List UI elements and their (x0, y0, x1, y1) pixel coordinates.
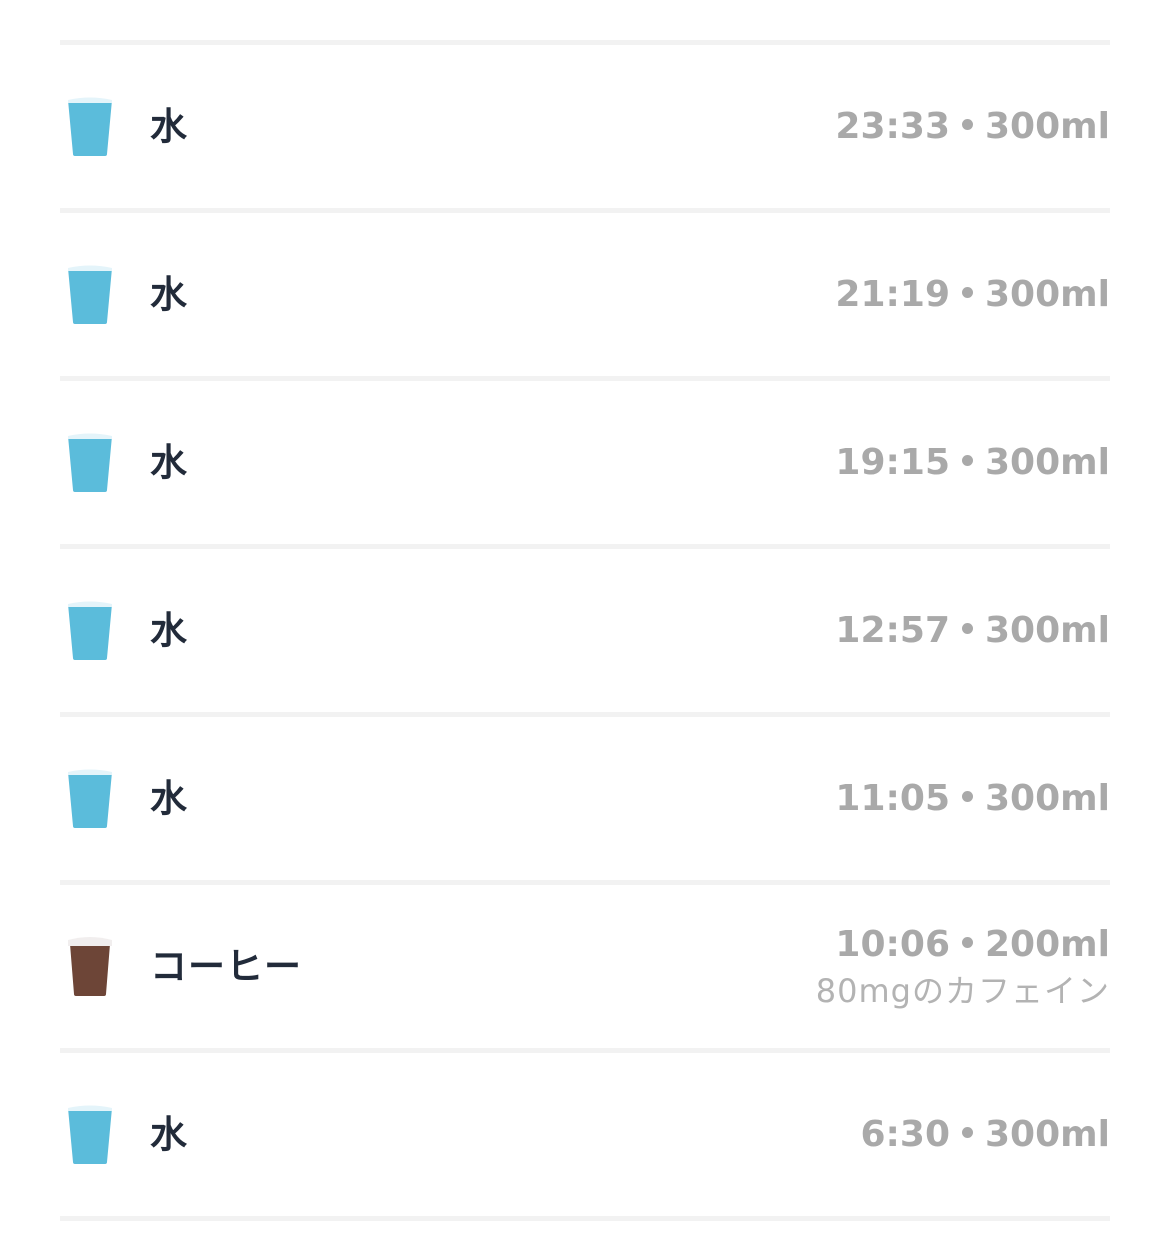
separator-dot (962, 455, 973, 466)
water-cup-icon (67, 96, 113, 158)
drink-name: 水 (150, 441, 188, 484)
water-cup-icon (67, 600, 113, 662)
drink-name: 水 (150, 105, 188, 148)
time-label: 10:06 (835, 923, 950, 965)
water-cup-icon (67, 264, 113, 326)
amount-label: 300ml (985, 1113, 1110, 1155)
separator-dot (962, 937, 973, 948)
water-cup-icon (67, 1104, 113, 1166)
time-label: 12:57 (835, 609, 950, 651)
time-label: 11:05 (835, 777, 950, 819)
amount-label: 300ml (985, 441, 1110, 483)
separator-dot (962, 287, 973, 298)
time-label: 6:30 (860, 1113, 950, 1155)
drink-name: 水 (150, 1113, 188, 1156)
time-label: 21:19 (835, 273, 950, 315)
water-cup-icon (67, 768, 113, 830)
drink-name: コーヒー (150, 945, 302, 988)
drink-meta: 23:33 300ml (835, 105, 1110, 147)
separator-dot (962, 623, 973, 634)
drink-log-list: 水 23:33 300ml 水 21:19 300ml 水 19:15 300ml 水… (60, 40, 1110, 1221)
drink-meta: 6:30 300ml (860, 1113, 1110, 1155)
list-item[interactable]: 水 19:15 300ml (60, 381, 1110, 544)
coffee-cup-icon (67, 936, 113, 998)
time-label: 23:33 (835, 105, 950, 147)
list-item[interactable]: 水 12:57 300ml (60, 549, 1110, 712)
separator-dot (962, 119, 973, 130)
list-item[interactable]: 水 21:19 300ml (60, 213, 1110, 376)
list-item[interactable]: 水 11:05 300ml (60, 717, 1110, 880)
time-label: 19:15 (835, 441, 950, 483)
amount-label: 300ml (985, 273, 1110, 315)
drink-meta: 21:19 300ml (835, 273, 1110, 315)
amount-label: 300ml (985, 777, 1110, 819)
drink-meta: 11:05 300ml (835, 777, 1110, 819)
amount-label: 300ml (985, 609, 1110, 651)
water-cup-icon (67, 432, 113, 494)
drink-name: 水 (150, 273, 188, 316)
drink-name: 水 (150, 609, 188, 652)
separator-dot (962, 1127, 973, 1138)
list-item[interactable]: 水 23:33 300ml (60, 45, 1110, 208)
drink-meta: 12:57 300ml (835, 609, 1110, 651)
drink-meta: 19:15 300ml (835, 441, 1110, 483)
separator-dot (962, 791, 973, 802)
drink-name: 水 (150, 777, 188, 820)
amount-label: 200ml (985, 923, 1110, 965)
divider (60, 1216, 1110, 1221)
caffeine-note: 80mgのカフェイン (815, 971, 1110, 1010)
drink-meta: 10:06 200ml 80mgのカフェイン (815, 923, 1110, 1010)
list-item[interactable]: 水 6:30 300ml (60, 1053, 1110, 1216)
list-item[interactable]: コーヒー 10:06 200ml 80mgのカフェイン (60, 885, 1110, 1048)
amount-label: 300ml (985, 105, 1110, 147)
